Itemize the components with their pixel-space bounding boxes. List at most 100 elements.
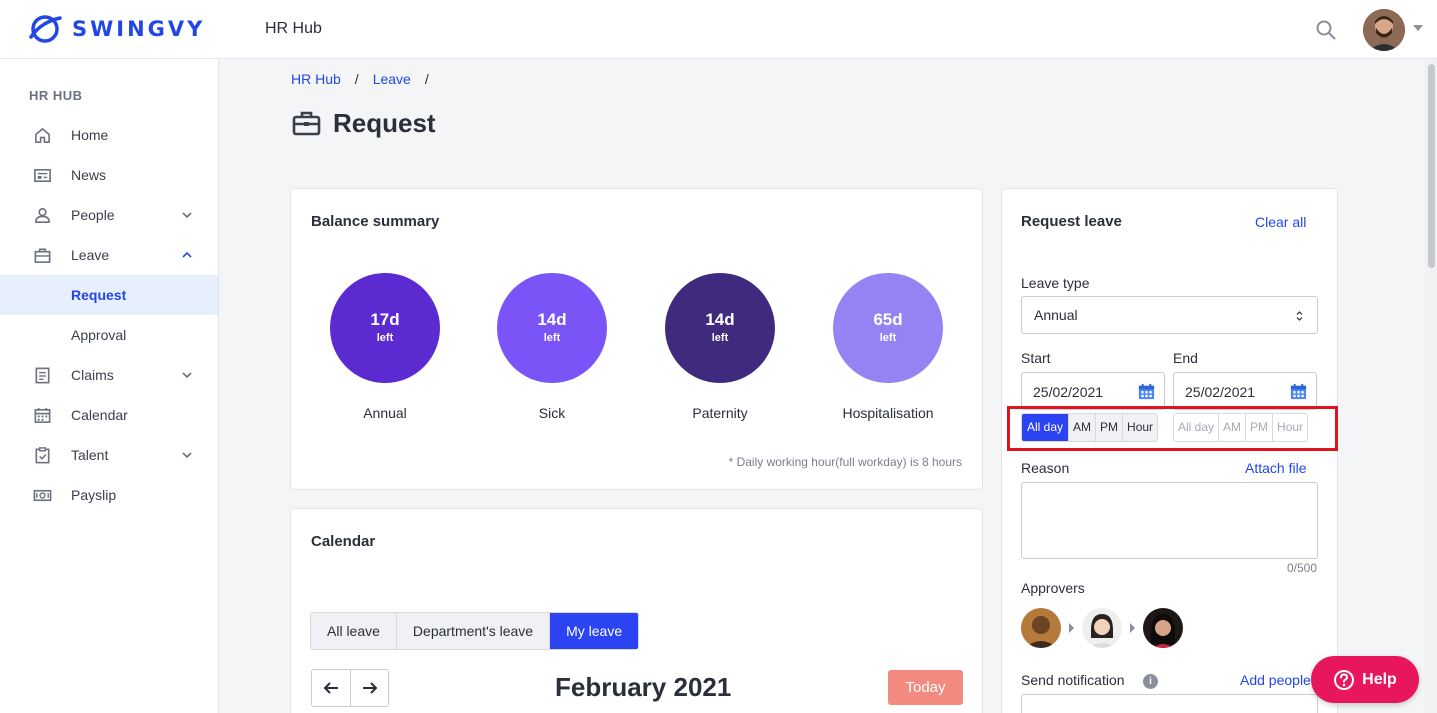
balance-label: Annual xyxy=(363,405,407,421)
balance-days: 17d xyxy=(370,310,400,329)
briefcase-icon xyxy=(292,111,321,136)
balance-circle-paternity: 14d left xyxy=(665,273,775,383)
attach-file-link[interactable]: Attach file xyxy=(1245,460,1306,476)
sidebar-item-label: Home xyxy=(71,127,109,143)
end-label: End xyxy=(1173,350,1198,366)
sidebar-item-label: Payslip xyxy=(71,487,117,503)
sidebar-item-label: Leave xyxy=(71,247,110,263)
balance-label: Paternity xyxy=(692,405,748,421)
reason-char-count: 0/500 xyxy=(1286,561,1317,575)
sidebar-item-news[interactable]: News xyxy=(0,155,218,195)
sidebar-item-request[interactable]: Request xyxy=(0,275,218,315)
calendar-month-title: February 2021 xyxy=(555,672,732,702)
account-menu-caret-icon[interactable] xyxy=(1413,25,1423,31)
start-date-value: 25/02/2021 xyxy=(1033,384,1104,400)
approver-chevron-icon xyxy=(1130,623,1135,633)
reason-label: Reason xyxy=(1021,460,1070,476)
calendar-icon xyxy=(34,407,51,423)
breadcrumb-leave[interactable]: Leave xyxy=(373,71,411,87)
balance-days: 14d xyxy=(705,310,735,329)
sidebar-item-label: Request xyxy=(71,287,127,303)
clear-all-link[interactable]: Clear all xyxy=(1255,214,1306,230)
sidebar-item-people[interactable]: People xyxy=(0,195,218,235)
approvers-label: Approvers xyxy=(1021,580,1085,596)
balance-label: Hospitalisation xyxy=(842,405,934,421)
sidebar-item-leave[interactable]: Leave xyxy=(0,235,218,275)
chevron-down-icon xyxy=(182,372,192,379)
breadcrumb: HR Hub / Leave / xyxy=(291,71,443,87)
sidebar-item-label: People xyxy=(71,207,115,223)
sidebar-item-talent[interactable]: Talent xyxy=(0,435,218,475)
user-avatar[interactable] xyxy=(1363,9,1405,51)
home-icon xyxy=(35,128,50,143)
page-title: Request xyxy=(333,108,436,138)
clipboard-icon xyxy=(35,447,50,464)
approver-avatar xyxy=(1082,608,1122,648)
arrow-left-icon xyxy=(323,682,338,694)
sidebar-item-label: Claims xyxy=(71,367,114,383)
page-header: Request xyxy=(292,108,436,139)
breadcrumb-separator: / xyxy=(354,71,359,87)
add-people-link[interactable]: Add people xyxy=(1240,672,1311,688)
balance-left-label: left xyxy=(711,332,729,344)
sidebar-item-approval[interactable]: Approval xyxy=(0,315,218,355)
help-button[interactable]: Help xyxy=(1311,656,1419,703)
money-icon xyxy=(33,489,52,502)
sidebar-item-label: Calendar xyxy=(71,407,128,423)
chevron-up-icon xyxy=(182,251,192,258)
filter-my-leave-button[interactable]: My leave xyxy=(550,613,639,649)
sidebar: HR HUB Home News People Leave Request Ap… xyxy=(0,59,219,713)
balance-circle-sick: 14d left xyxy=(497,273,607,383)
briefcase-icon xyxy=(34,248,51,263)
person-icon xyxy=(35,208,50,223)
breadcrumb-hr-hub[interactable]: HR Hub xyxy=(291,71,341,87)
balance-left-label: left xyxy=(543,332,561,344)
next-month-button[interactable] xyxy=(350,670,388,706)
calendar-card: Calendar All leave Department's leave My… xyxy=(290,508,983,713)
leave-type-select[interactable]: Annual xyxy=(1021,296,1318,334)
balance-circle-hospitalisation: 65d left xyxy=(833,273,943,383)
sidebar-heading: HR HUB xyxy=(29,88,83,103)
balance-days: 65d xyxy=(873,310,903,329)
sidebar-item-calendar[interactable]: Calendar xyxy=(0,395,218,435)
approver-avatar xyxy=(1021,608,1061,648)
app-title: HR Hub xyxy=(265,20,322,37)
newspaper-icon xyxy=(34,168,51,183)
duration-highlight-box xyxy=(1007,406,1338,451)
filter-department-leave-button[interactable]: Department's leave xyxy=(396,613,551,649)
info-icon[interactable]: i xyxy=(1143,674,1158,689)
brand-name: SWINGVY xyxy=(72,17,206,41)
end-date-input[interactable]: 25/02/2021 xyxy=(1173,372,1317,410)
help-label: Help xyxy=(1362,670,1397,688)
start-date-input[interactable]: 25/02/2021 xyxy=(1021,372,1165,410)
prev-month-button[interactable] xyxy=(312,670,350,706)
receipt-icon xyxy=(35,367,50,384)
main-scrollbar-thumb[interactable] xyxy=(1428,64,1435,268)
send-notification-input[interactable] xyxy=(1021,694,1318,713)
question-circle-icon xyxy=(1334,669,1355,690)
filter-all-leave-button[interactable]: All leave xyxy=(311,613,397,649)
sidebar-item-label: Approval xyxy=(71,327,127,343)
calendar-icon[interactable] xyxy=(1289,382,1308,401)
arrow-right-icon xyxy=(362,682,377,694)
today-button[interactable]: Today xyxy=(888,670,963,705)
calendar-icon[interactable] xyxy=(1137,382,1156,401)
calendar-title: Calendar xyxy=(311,533,376,550)
leave-type-label: Leave type xyxy=(1021,275,1090,291)
balance-label: Sick xyxy=(538,405,566,421)
top-bar: SWINGVY HR Hub xyxy=(0,0,1437,59)
request-leave-title: Request leave xyxy=(1021,213,1122,230)
reason-textarea[interactable] xyxy=(1021,482,1318,559)
send-notification-label: Send notification xyxy=(1021,672,1125,688)
swingvy-logo[interactable]: SWINGVY xyxy=(28,12,205,46)
leave-type-value: Annual xyxy=(1034,307,1078,323)
sidebar-item-home[interactable]: Home xyxy=(0,115,218,155)
sidebar-item-payslip[interactable]: Payslip xyxy=(0,475,218,515)
sidebar-item-claims[interactable]: Claims xyxy=(0,355,218,395)
breadcrumb-separator: / xyxy=(424,71,429,87)
chevron-down-icon xyxy=(182,452,192,459)
sidebar-item-label: News xyxy=(71,167,107,183)
search-icon[interactable] xyxy=(1315,19,1337,41)
swingvy-logo-icon xyxy=(29,15,62,43)
select-arrows-icon xyxy=(1296,311,1303,321)
